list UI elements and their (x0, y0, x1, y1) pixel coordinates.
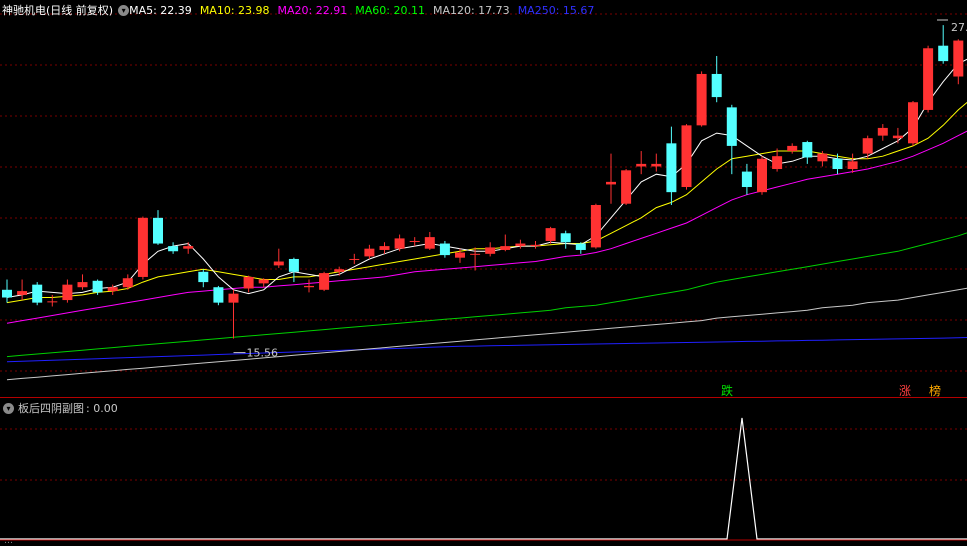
chevron-down-icon[interactable]: ▾ (3, 402, 14, 414)
candle-body (47, 301, 58, 303)
candle-body (923, 48, 934, 110)
candle-body (198, 271, 209, 283)
high-price-label: 27. (951, 21, 967, 34)
chevron-down-icon[interactable]: ▾ (118, 4, 130, 16)
ma10-line (6, 101, 967, 304)
ma60-label: MA60: 20.11 (355, 3, 425, 17)
candle-body (953, 40, 964, 77)
candle-body (651, 163, 662, 167)
signal-tag: 跌 (721, 383, 733, 397)
candle-body (153, 217, 163, 244)
signal-tag: 榜 (929, 383, 941, 397)
candle-body (832, 158, 843, 170)
ma20-label: MA20: 22.91 (277, 3, 348, 17)
main-chart-panel[interactable]: 15.56 27. 跌 涨 榜 神驰机电(日线 前复权) ▾ MA5: 22.39 MA… (0, 0, 967, 397)
candle-body (62, 284, 73, 301)
candle-body (892, 135, 903, 139)
candle-body (560, 233, 571, 243)
candle-body (394, 238, 405, 249)
stock-title[interactable]: 神驰机电(日线 前复权) (2, 2, 113, 18)
candle-body (787, 145, 798, 152)
candle-body (2, 289, 12, 298)
candle-body (228, 293, 239, 303)
candle-body (379, 246, 390, 250)
ma250-label: MA250: 15.67 (517, 3, 595, 17)
candle-body (636, 163, 647, 167)
candle-body (288, 258, 299, 272)
candle-body (455, 252, 465, 258)
candle-body (862, 138, 873, 154)
candle-body (32, 284, 43, 303)
candle-body (772, 156, 783, 170)
candle-body (168, 246, 179, 252)
candle-body (530, 244, 541, 247)
candle-body (575, 243, 586, 250)
ma5-label: MA5: 22.39 (129, 3, 192, 17)
candle-body (802, 142, 813, 158)
candle-body (17, 291, 28, 295)
candle-body (938, 45, 949, 62)
sub-indicator-title[interactable]: 板后四阴副图 (18, 400, 84, 416)
candle-body (515, 243, 526, 247)
ma10-label: MA10: 23.98 (199, 3, 270, 17)
bottom-status-band: … (0, 539, 967, 546)
ma120-label: MA120: 17.73 (432, 3, 510, 17)
candle-body (122, 278, 133, 288)
candle-body (409, 240, 420, 242)
candle-body (741, 171, 752, 188)
candle-body (500, 246, 511, 250)
candle-body (757, 158, 767, 193)
candle-body (137, 217, 148, 277)
candle-body (908, 102, 918, 144)
candle-body (92, 280, 103, 293)
ma250-line (6, 337, 967, 363)
candle-body (621, 170, 632, 204)
candle-body (711, 73, 722, 98)
ma20-line (6, 130, 967, 324)
bottom-status-text: … (4, 539, 13, 546)
candle-body (606, 181, 616, 185)
candle-body (439, 243, 450, 256)
candle-body (817, 153, 828, 162)
sub-indicator-panel[interactable]: ▾ 板后四阴副图 : 0.00 (0, 398, 967, 546)
candle-body (304, 285, 314, 288)
candle-body (681, 125, 692, 188)
candle-body (424, 237, 435, 249)
sub-indicator-line (0, 417, 967, 540)
candle-body (77, 282, 88, 288)
chart-header: 神驰机电(日线 前复权) ▾ MA5: 22.39 MA10: 23.98 MA… (0, 2, 594, 18)
candle-body (877, 127, 888, 136)
candle-body (243, 276, 254, 289)
candle-body (666, 143, 677, 193)
sub-indicator-value: : 0.00 (86, 401, 118, 415)
candle-body (349, 258, 360, 260)
candle-body (334, 269, 345, 272)
signal-tag: 涨 (899, 383, 911, 397)
sub-indicator-chart (0, 417, 967, 541)
candle-body (590, 205, 601, 248)
candle-body (319, 273, 330, 290)
candle-body (273, 261, 284, 266)
candle-body (847, 161, 858, 170)
low-price-label: 15.56 (247, 347, 279, 360)
sub-indicator-header: ▾ 板后四阴副图 : 0.00 (0, 400, 118, 416)
ma60-line (6, 232, 967, 358)
candle-body (696, 73, 707, 126)
candle-body (545, 228, 556, 241)
candle-body (183, 246, 194, 249)
candle-body (726, 107, 737, 146)
candlestick-chart[interactable]: 15.56 27. 跌 涨 榜 (0, 0, 967, 397)
candle-body (213, 287, 224, 303)
candle-body (107, 287, 118, 292)
candle-body (258, 279, 269, 284)
candle-body (470, 253, 481, 255)
candle-body (364, 248, 375, 257)
candle-body (485, 247, 496, 254)
